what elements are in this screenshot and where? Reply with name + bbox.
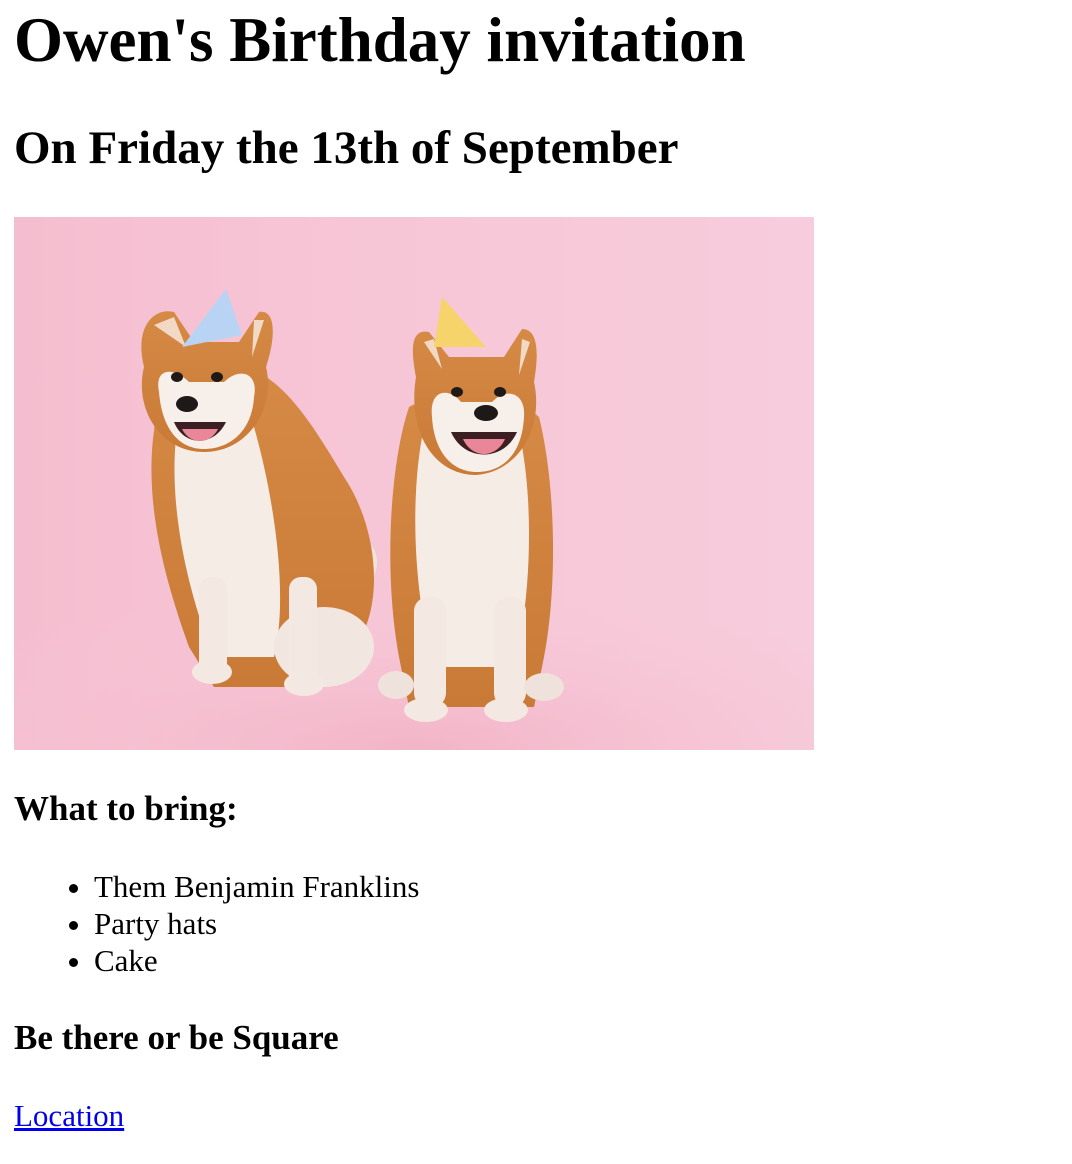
list-item: Party hats — [94, 905, 419, 942]
party-dogs-photo — [14, 217, 814, 750]
right-dog — [378, 297, 564, 722]
what-to-bring-heading: What to bring: — [14, 789, 238, 828]
be-there-heading: Be there or be Square — [14, 1018, 339, 1057]
location-link[interactable]: Location — [14, 1097, 124, 1134]
page-title: Owen's Birthday invitation — [14, 5, 746, 75]
event-date-heading: On Friday the 13th of September — [14, 122, 679, 174]
bring-list: Them Benjamin Franklins Party hats Cake — [14, 868, 419, 979]
dogs-illustration — [14, 289, 814, 750]
list-item: Them Benjamin Franklins — [94, 868, 419, 905]
list-item: Cake — [94, 942, 419, 979]
